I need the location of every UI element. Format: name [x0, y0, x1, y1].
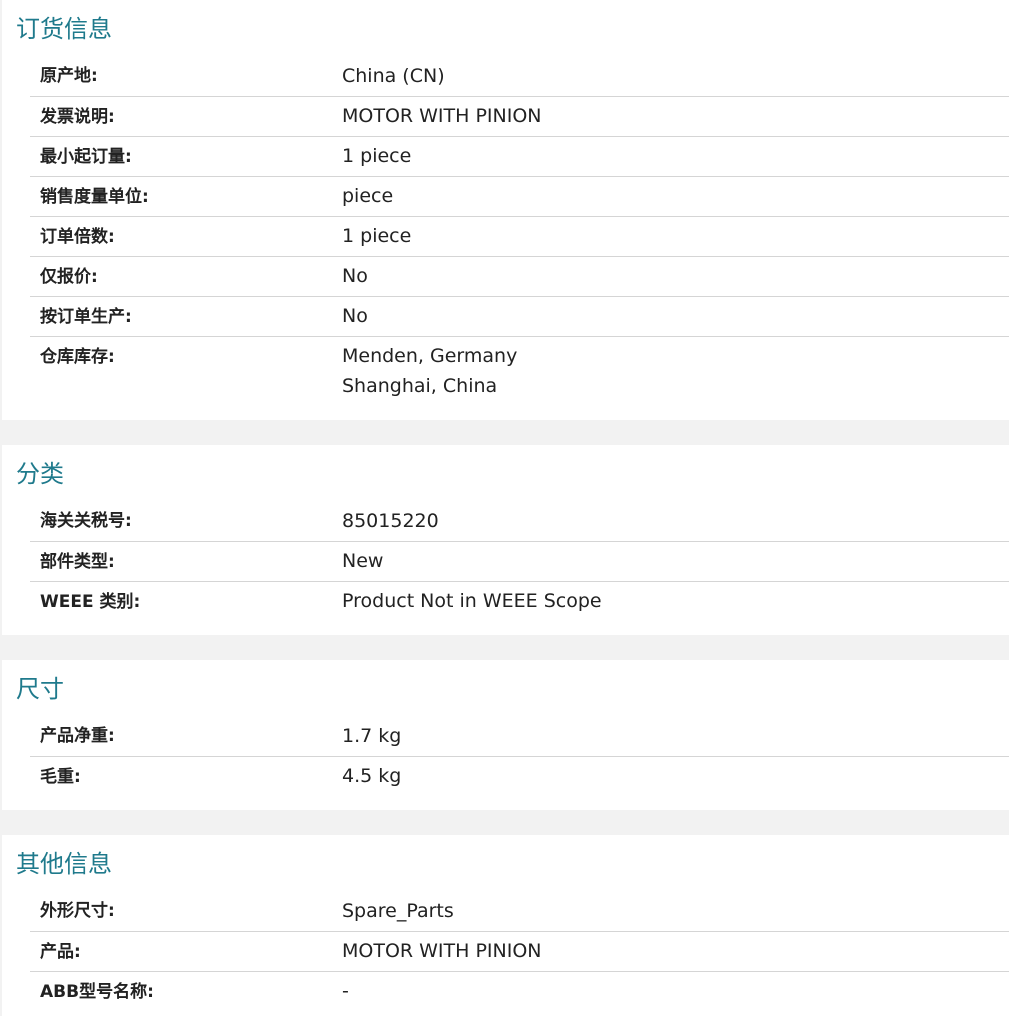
row-value: Menden, Germany — [342, 345, 518, 367]
row-value: 4.5 kg — [342, 765, 402, 787]
table-row: 原产地: China (CN) — [30, 56, 1009, 96]
table-row: 产品净重: 1.7 kg — [30, 716, 1009, 756]
table-row: WEEE 类别: Product Not in WEEE Scope — [30, 581, 1009, 622]
row-value: MOTOR WITH PINION — [342, 940, 542, 962]
row-label: 海关关税号: — [40, 511, 132, 531]
row-value: MOTOR WITH PINION — [342, 105, 542, 127]
row-value: No — [342, 265, 368, 287]
row-label: ABB型号名称: — [40, 982, 154, 1002]
row-label: 销售度量单位: — [40, 187, 149, 207]
classification-section: 分类 海关关税号: 85015220 部件类型: New WEEE 类别: Pr… — [2, 445, 1009, 635]
row-value: 1.7 kg — [342, 725, 402, 747]
row-value: No — [342, 305, 368, 327]
other-info-section: 其他信息 外形尺寸: Spare_Parts 产品: MOTOR WITH PI… — [2, 835, 1009, 1016]
row-value: China (CN) — [342, 65, 445, 87]
row-value: 85015220 — [342, 510, 439, 532]
row-label: 毛重: — [40, 767, 81, 787]
table-row: 最小起订量: 1 piece — [30, 136, 1009, 177]
row-label: 仅报价: — [40, 267, 98, 287]
section-title: 分类 — [16, 460, 64, 488]
row-value: Product Not in WEEE Scope — [342, 590, 602, 612]
row-value-second-line: Shanghai, China — [342, 375, 498, 397]
row-value: 1 piece — [342, 225, 412, 247]
dimensions-section: 尺寸 产品净重: 1.7 kg 毛重: 4.5 kg — [2, 660, 1009, 810]
row-label: 最小起订量: — [40, 147, 132, 167]
section-title: 其他信息 — [16, 850, 112, 878]
ordering-info-section: 订货信息 原产地: China (CN) 发票说明: MOTOR WITH PI… — [2, 0, 1009, 420]
row-label: 原产地: — [40, 66, 98, 86]
table-row: 仅报价: No — [30, 256, 1009, 297]
row-label: 部件类型: — [40, 552, 115, 572]
row-label: 仓库库存: — [40, 347, 115, 367]
section-title: 尺寸 — [16, 675, 64, 703]
row-label: 外形尺寸: — [40, 901, 115, 921]
row-label: 产品净重: — [40, 726, 115, 746]
row-label: 产品: — [40, 942, 81, 962]
table-row: 部件类型: New — [30, 541, 1009, 582]
table-row: 按订单生产: No — [30, 296, 1009, 337]
row-value: New — [342, 550, 384, 572]
row-value: piece — [342, 185, 394, 207]
table-row: 产品: MOTOR WITH PINION — [30, 931, 1009, 972]
row-value: - — [342, 980, 349, 1002]
table-row: 销售度量单位: piece — [30, 176, 1009, 217]
table-row: ABB型号名称: - — [30, 971, 1009, 1012]
row-label: 订单倍数: — [40, 227, 115, 247]
row-value: Spare_Parts — [342, 900, 454, 922]
table-row: 发票说明: MOTOR WITH PINION — [30, 96, 1009, 137]
row-value: 1 piece — [342, 145, 412, 167]
table-row: 外形尺寸: Spare_Parts — [30, 891, 1009, 931]
row-label: 按订单生产: — [40, 307, 132, 327]
table-row: 毛重: 4.5 kg — [30, 756, 1009, 797]
section-title: 订货信息 — [16, 15, 112, 43]
table-row: 订单倍数: 1 piece — [30, 216, 1009, 257]
table-row: 海关关税号: 85015220 — [30, 501, 1009, 541]
row-label: 发票说明: — [40, 107, 115, 127]
table-row: 仓库库存: Menden, Germany Shanghai, China — [30, 336, 1009, 407]
row-label: WEEE 类别: — [40, 592, 141, 612]
